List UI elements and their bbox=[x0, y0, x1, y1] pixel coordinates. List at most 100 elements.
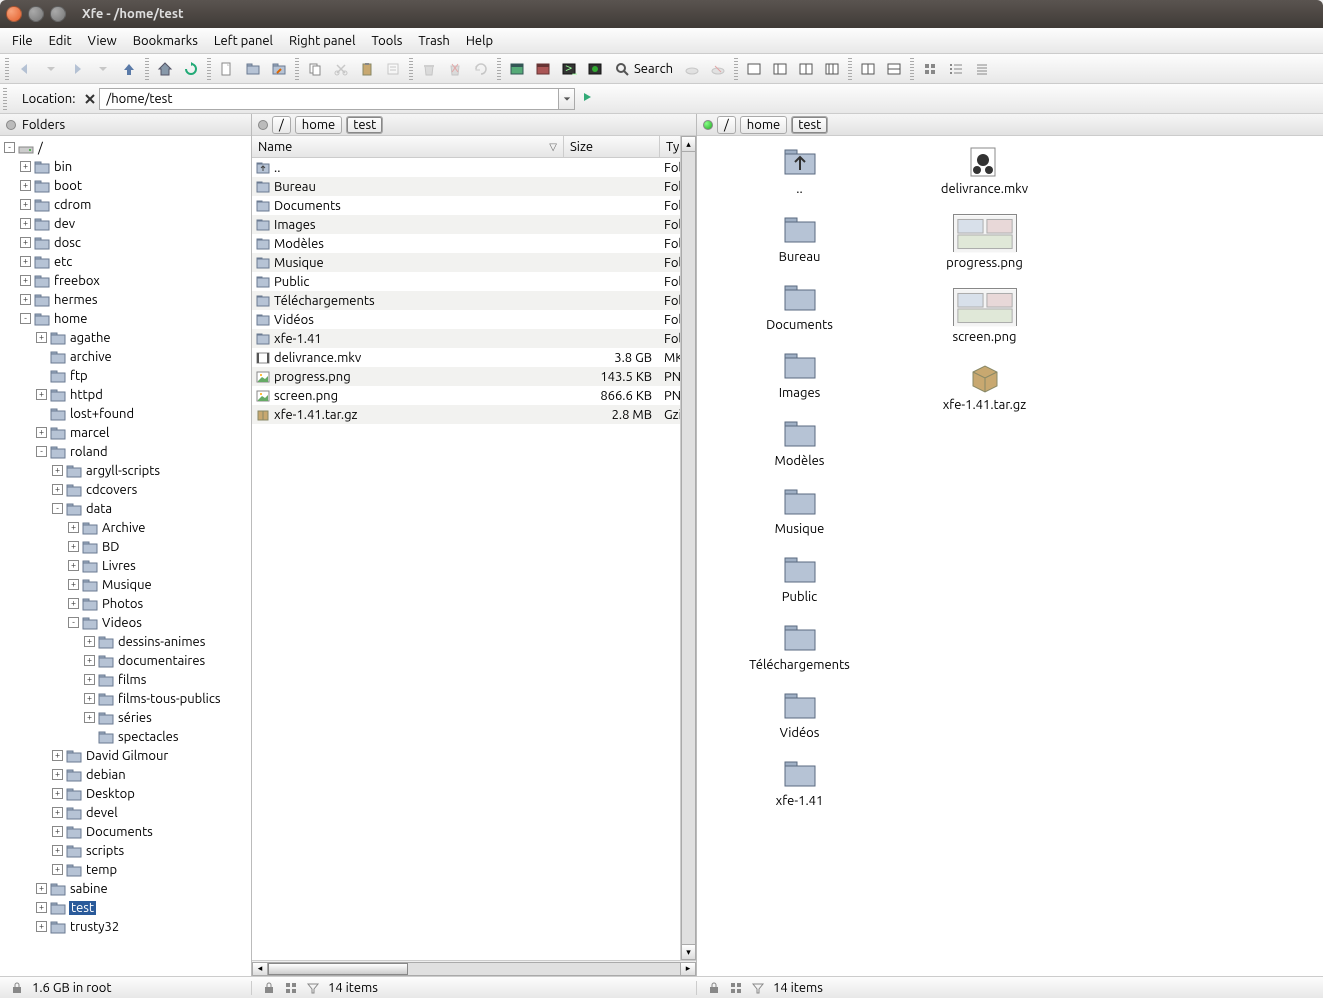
scroll-up-button[interactable]: ▴ bbox=[681, 136, 696, 152]
nav-home-button[interactable] bbox=[153, 57, 177, 81]
tree-item[interactable]: +devel bbox=[0, 803, 251, 822]
hpanel-button[interactable] bbox=[882, 57, 906, 81]
nav-forward-button[interactable] bbox=[65, 57, 89, 81]
nav-back-button[interactable] bbox=[13, 57, 37, 81]
cut-button[interactable] bbox=[329, 57, 353, 81]
tree-expander[interactable]: - bbox=[52, 503, 63, 514]
copy-button[interactable] bbox=[303, 57, 327, 81]
unmount-button[interactable] bbox=[706, 57, 730, 81]
icon-item[interactable]: Musique bbox=[710, 486, 890, 536]
tree-expander[interactable]: + bbox=[68, 522, 79, 533]
toolbar-grip[interactable] bbox=[409, 58, 413, 80]
scroll-track[interactable] bbox=[268, 962, 680, 976]
tree-expander[interactable]: + bbox=[52, 465, 63, 476]
tree-item[interactable]: +films bbox=[0, 670, 251, 689]
menu-left-panel[interactable]: Left panel bbox=[206, 31, 281, 51]
smallicons-button[interactable] bbox=[944, 57, 968, 81]
tree-expander[interactable]: + bbox=[36, 902, 47, 913]
new-root-window-button[interactable] bbox=[531, 57, 555, 81]
tree-item[interactable]: +Desktop bbox=[0, 784, 251, 803]
menu-file[interactable]: File bbox=[4, 31, 41, 51]
location-input[interactable]: /home/test bbox=[99, 88, 559, 110]
tree-expander[interactable]: - bbox=[4, 142, 15, 153]
tree-item[interactable]: +trusty32 bbox=[0, 917, 251, 936]
tree-expander[interactable]: + bbox=[52, 864, 63, 875]
crumb-test[interactable]: test bbox=[791, 116, 828, 134]
list-row[interactable]: PublicFold bbox=[252, 272, 696, 291]
tree-expander[interactable]: + bbox=[20, 180, 31, 191]
folder-tree[interactable]: - / +bin+boot+cdrom+dev+dosc+etc+freebox… bbox=[0, 136, 251, 976]
icon-grid[interactable]: ..BureauDocumentsImagesModèlesMusiquePub… bbox=[697, 136, 1323, 976]
tree-item[interactable]: +temp bbox=[0, 860, 251, 879]
toolbar-grip[interactable] bbox=[5, 58, 9, 80]
location-dropdown[interactable] bbox=[559, 88, 575, 110]
tree-expander[interactable]: + bbox=[84, 712, 95, 723]
menu-trash[interactable]: Trash bbox=[410, 31, 457, 51]
tree-item[interactable]: ftp bbox=[0, 366, 251, 385]
tree-expander[interactable]: - bbox=[36, 446, 47, 457]
mount-button[interactable] bbox=[680, 57, 704, 81]
tree-item[interactable]: +dosc bbox=[0, 233, 251, 252]
run-button[interactable] bbox=[583, 57, 607, 81]
tree-item[interactable]: +dessins-animes bbox=[0, 632, 251, 651]
toolbar-grip[interactable] bbox=[848, 58, 852, 80]
tree-item[interactable]: +scripts bbox=[0, 841, 251, 860]
list-row[interactable]: TéléchargementsFold bbox=[252, 291, 696, 310]
file-list[interactable]: ..FoldBureauFoldDocumentsFoldImagesFoldM… bbox=[252, 158, 696, 960]
list-row[interactable]: ..Fold bbox=[252, 158, 696, 177]
icon-item[interactable]: Modèles bbox=[710, 418, 890, 468]
window-minimize-button[interactable] bbox=[28, 6, 44, 22]
tree-item[interactable]: +Musique bbox=[0, 575, 251, 594]
tree-item[interactable]: +debian bbox=[0, 765, 251, 784]
tree-expander[interactable]: + bbox=[20, 218, 31, 229]
crumb-home[interactable]: home bbox=[740, 116, 787, 134]
scroll-thumb[interactable] bbox=[268, 963, 408, 975]
icon-item[interactable]: screen.png bbox=[895, 288, 1075, 344]
tree-item[interactable]: +hermes bbox=[0, 290, 251, 309]
tree-expander[interactable]: + bbox=[52, 484, 63, 495]
tree-item[interactable]: lost+found bbox=[0, 404, 251, 423]
toolbar-grip[interactable] bbox=[497, 58, 501, 80]
nav-forward-menu[interactable] bbox=[91, 57, 115, 81]
tree-expander[interactable]: + bbox=[52, 845, 63, 856]
tree-item[interactable]: +dev bbox=[0, 214, 251, 233]
list-row[interactable]: VidéosFold bbox=[252, 310, 696, 329]
tree-expander[interactable]: - bbox=[68, 617, 79, 628]
tree-expander[interactable]: + bbox=[36, 332, 47, 343]
new-file-button[interactable] bbox=[215, 57, 239, 81]
search-button[interactable]: Search bbox=[609, 57, 678, 81]
tree-expander[interactable]: + bbox=[84, 636, 95, 647]
tree-expander[interactable]: + bbox=[36, 427, 47, 438]
tree-expander[interactable]: + bbox=[20, 199, 31, 210]
tree-expander[interactable]: + bbox=[84, 655, 95, 666]
menu-view[interactable]: View bbox=[80, 31, 125, 51]
new-link-button[interactable] bbox=[267, 57, 291, 81]
tree-item[interactable]: -Videos bbox=[0, 613, 251, 632]
col-name[interactable]: Name▽ bbox=[252, 136, 564, 157]
menu-help[interactable]: Help bbox=[458, 31, 501, 51]
tree-item[interactable]: +test bbox=[0, 898, 251, 917]
list-row[interactable]: ImagesFold bbox=[252, 215, 696, 234]
toolbar-grip[interactable] bbox=[734, 58, 738, 80]
tree-item[interactable]: +Photos bbox=[0, 594, 251, 613]
tree-panel-button[interactable] bbox=[768, 57, 792, 81]
vertical-scrollbar[interactable]: ▴ ▾ bbox=[680, 136, 696, 960]
tree-expander[interactable]: + bbox=[52, 807, 63, 818]
list-row[interactable]: delivrance.mkv3.8 GBMKV bbox=[252, 348, 696, 367]
tree-item[interactable]: +marcel bbox=[0, 423, 251, 442]
tree-expander[interactable]: + bbox=[20, 275, 31, 286]
tree-expander[interactable]: + bbox=[36, 921, 47, 932]
menu-edit[interactable]: Edit bbox=[41, 31, 80, 51]
nav-refresh-button[interactable] bbox=[179, 57, 203, 81]
trash-button[interactable] bbox=[417, 57, 441, 81]
menu-bookmarks[interactable]: Bookmarks bbox=[125, 31, 206, 51]
icon-item[interactable]: delivrance.mkv bbox=[895, 146, 1075, 196]
two-panel-button[interactable] bbox=[794, 57, 818, 81]
scroll-left-button[interactable]: ◂ bbox=[252, 962, 268, 976]
tree-item[interactable]: archive bbox=[0, 347, 251, 366]
tree-item[interactable]: +cdcovers bbox=[0, 480, 251, 499]
toolbar-grip[interactable] bbox=[295, 58, 299, 80]
tree-expander[interactable]: + bbox=[52, 826, 63, 837]
tree-expander[interactable]: + bbox=[20, 294, 31, 305]
tree-item[interactable]: +cdrom bbox=[0, 195, 251, 214]
